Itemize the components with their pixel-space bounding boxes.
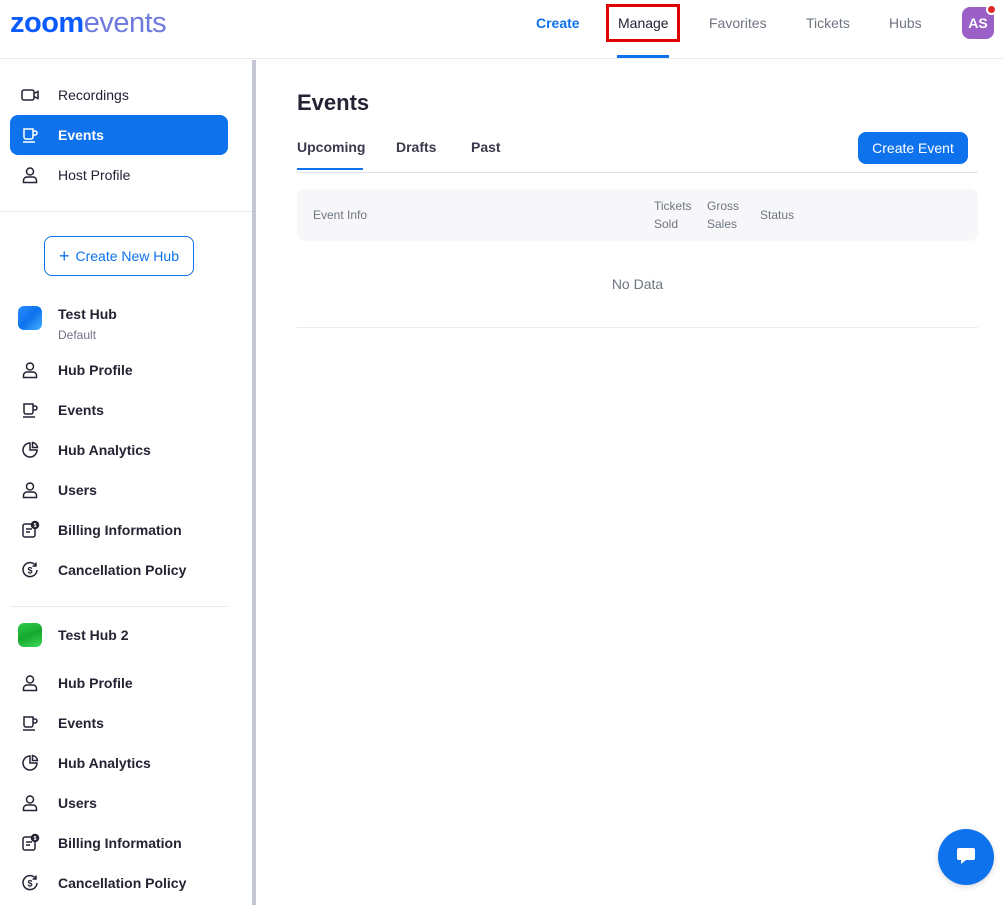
logo-zoom-text: zoom bbox=[10, 7, 84, 39]
video-camera-icon bbox=[20, 85, 40, 105]
hub-logo-icon bbox=[18, 306, 42, 330]
create-event-button[interactable]: Create Event bbox=[858, 132, 968, 164]
refund-dollar-icon: $ bbox=[20, 560, 40, 580]
nav-active-underline bbox=[617, 55, 669, 58]
tabs-divider bbox=[297, 172, 978, 173]
sidebar-item-label: Events bbox=[58, 127, 104, 143]
hub1-item-users[interactable]: Users bbox=[10, 470, 228, 510]
pie-chart-icon bbox=[20, 753, 40, 773]
column-status: Status bbox=[760, 208, 795, 222]
page-title: Events bbox=[297, 90, 370, 115]
sidebar-item-label: Recordings bbox=[58, 87, 129, 103]
sidebar-item-label: Users bbox=[58, 795, 97, 811]
sidebar-item-events[interactable]: Events bbox=[10, 115, 228, 155]
billing-icon: $ bbox=[20, 520, 40, 540]
sidebar-item-label: Cancellation Policy bbox=[58, 562, 187, 578]
person-icon bbox=[20, 673, 40, 693]
hub-name: Test Hub bbox=[58, 306, 117, 322]
sidebar-item-label: Billing Information bbox=[58, 835, 182, 851]
sidebar-item-label: Cancellation Policy bbox=[58, 875, 187, 891]
hub-header-test-hub-2[interactable]: Test Hub 2 bbox=[18, 623, 129, 647]
nav-manage[interactable]: Manage bbox=[618, 14, 669, 34]
column-gross-sales-line2: Sales bbox=[707, 217, 738, 231]
sidebar-item-label: Hub Profile bbox=[58, 362, 133, 378]
hub2-item-billing-information[interactable]: $ Billing Information bbox=[10, 823, 228, 863]
svg-text:$: $ bbox=[27, 879, 32, 889]
sidebar-item-label: Users bbox=[58, 482, 97, 498]
sidebar-item-host-profile[interactable]: Host Profile bbox=[10, 155, 228, 195]
sidebar-separator bbox=[10, 606, 228, 607]
column-gross-sales-line1: Gross bbox=[707, 199, 740, 213]
sidebar-item-label: Host Profile bbox=[58, 167, 131, 183]
tab-upcoming[interactable]: Upcoming bbox=[297, 139, 365, 155]
hub-name: Test Hub 2 bbox=[58, 627, 129, 643]
nav-hubs[interactable]: Hubs bbox=[889, 14, 922, 34]
coffee-cup-icon bbox=[20, 713, 40, 733]
svg-text:$: $ bbox=[34, 523, 37, 529]
sidebar-item-label: Hub Analytics bbox=[58, 755, 151, 771]
sidebar-item-label: Billing Information bbox=[58, 522, 182, 538]
table-bottom-divider bbox=[297, 327, 978, 328]
sidebar-item-label: Events bbox=[58, 402, 104, 418]
create-hub-label: Create New Hub bbox=[75, 248, 180, 264]
column-event-info: Event Info bbox=[313, 208, 368, 222]
empty-state-text: No Data bbox=[611, 276, 664, 292]
zoom-events-logo[interactable]: zoomevents bbox=[10, 7, 167, 39]
coffee-cup-icon bbox=[20, 400, 40, 420]
plus-icon: + bbox=[58, 246, 70, 266]
top-header: zoomevents Create Manage Favorites Ticke… bbox=[0, 0, 1003, 59]
pie-chart-icon bbox=[20, 440, 40, 460]
person-icon bbox=[20, 793, 40, 813]
hub-default-label: Default bbox=[58, 328, 97, 342]
person-icon bbox=[20, 165, 40, 185]
hub1-item-cancellation-policy[interactable]: $ Cancellation Policy bbox=[10, 550, 228, 590]
svg-text:$: $ bbox=[27, 566, 32, 576]
sidebar-separator bbox=[0, 211, 252, 212]
person-icon bbox=[20, 360, 40, 380]
column-tickets-sold-line1: Tickets bbox=[654, 199, 692, 213]
refund-dollar-icon: $ bbox=[20, 873, 40, 893]
hub-header-test-hub[interactable]: Test Hub Default bbox=[18, 306, 117, 342]
hub1-item-billing-information[interactable]: $ Billing Information bbox=[10, 510, 228, 550]
tab-past[interactable]: Past bbox=[471, 139, 501, 155]
nav-favorites[interactable]: Favorites bbox=[709, 14, 767, 34]
hub2-item-hub-analytics[interactable]: Hub Analytics bbox=[10, 743, 228, 783]
hub2-item-events[interactable]: Events bbox=[10, 703, 228, 743]
sidebar-item-label: Hub Profile bbox=[58, 675, 133, 691]
chat-support-button[interactable] bbox=[938, 829, 994, 885]
svg-text:$: $ bbox=[34, 836, 37, 842]
hub2-item-hub-profile[interactable]: Hub Profile bbox=[10, 663, 228, 703]
create-new-hub-button[interactable]: + Create New Hub bbox=[44, 236, 194, 276]
hub2-item-users[interactable]: Users bbox=[10, 783, 228, 823]
notification-dot bbox=[986, 4, 997, 15]
column-gross-sales[interactable]: Gross Sales bbox=[707, 197, 739, 233]
nav-create[interactable]: Create bbox=[536, 14, 580, 34]
sidebar-item-recordings[interactable]: Recordings bbox=[10, 75, 228, 115]
chat-bubble-icon bbox=[955, 844, 977, 871]
tab-drafts[interactable]: Drafts bbox=[396, 139, 436, 155]
column-tickets-sold[interactable]: Tickets Sold bbox=[654, 197, 692, 233]
hub-logo-icon bbox=[18, 623, 42, 647]
tab-active-underline bbox=[297, 168, 363, 170]
coffee-cup-icon bbox=[20, 125, 40, 145]
nav-tickets[interactable]: Tickets bbox=[806, 14, 850, 34]
hub1-item-events[interactable]: Events bbox=[10, 390, 228, 430]
hub1-item-hub-analytics[interactable]: Hub Analytics bbox=[10, 430, 228, 470]
events-table-header: Event Info Tickets Sold Gross Sales Stat… bbox=[297, 189, 978, 241]
sidebar-divider[interactable] bbox=[252, 60, 256, 905]
hub1-item-hub-profile[interactable]: Hub Profile bbox=[10, 350, 228, 390]
sidebar-item-label: Hub Analytics bbox=[58, 442, 151, 458]
column-tickets-sold-line2: Sold bbox=[654, 217, 679, 231]
logo-events-text: events bbox=[83, 7, 167, 39]
hub2-item-cancellation-policy[interactable]: $ Cancellation Policy bbox=[10, 863, 228, 903]
person-icon bbox=[20, 480, 40, 500]
sidebar-item-label: Events bbox=[58, 715, 104, 731]
billing-icon: $ bbox=[20, 833, 40, 853]
